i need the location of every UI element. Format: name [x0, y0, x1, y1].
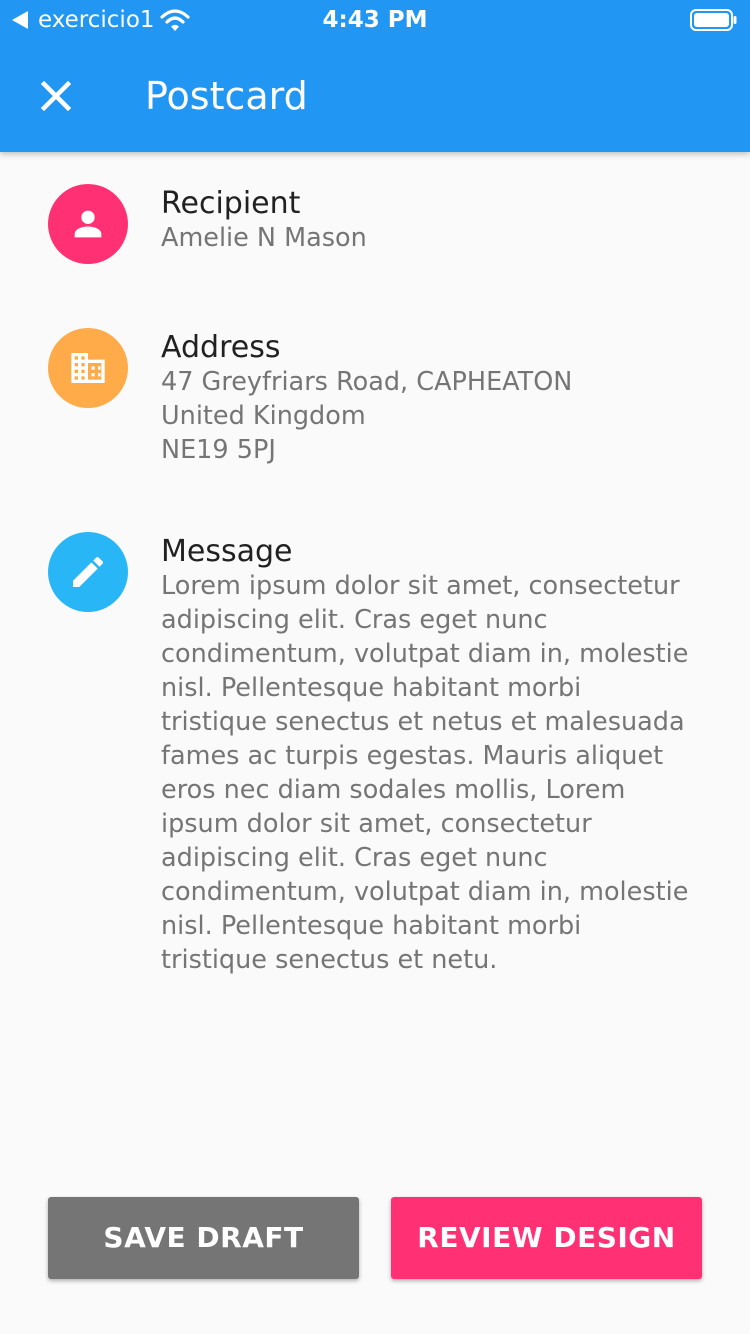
- status-time: 4:43 PM: [322, 7, 428, 33]
- status-bar: exercicio1 4:43 PM: [0, 0, 750, 40]
- header: exercicio1 4:43 PM Postcard: [0, 0, 750, 152]
- message-line: adipiscing elit. Cras eget nunc: [161, 843, 548, 873]
- save-draft-button[interactable]: SAVE DRAFT: [48, 1197, 359, 1279]
- address-line: United Kingdom: [161, 401, 366, 431]
- message-line: ipsum dolor sit amet, consectetur: [161, 809, 592, 839]
- recipient-avatar: [48, 184, 128, 264]
- message-line: condimentum, volutpat diam in, molestie: [161, 639, 689, 669]
- address-lines: 47 Greyfriars Road, CAPHEATON United Kin…: [161, 365, 721, 467]
- review-design-button[interactable]: REVIEW DESIGN: [391, 1197, 702, 1279]
- recipient-lines: Amelie N Mason: [161, 221, 721, 255]
- recipient-name: Amelie N Mason: [161, 223, 367, 253]
- app-bar: Postcard: [0, 40, 750, 152]
- message-line: tristique senectus et netus et malesuada: [161, 707, 685, 737]
- message-section: Message Lorem ipsum dolor sit amet, cons…: [0, 532, 750, 992]
- message-line: nisl. Pellentesque habitant morbi: [161, 911, 582, 941]
- message-line: Lorem ipsum dolor sit amet, consectetur: [161, 571, 680, 601]
- message-line: tristique senectus et netu.: [161, 945, 498, 975]
- person-icon: [74, 210, 102, 238]
- building-icon: [71, 353, 105, 383]
- battery-icon: [690, 9, 738, 31]
- close-icon[interactable]: [28, 68, 84, 124]
- address-line: 47 Greyfriars Road, CAPHEATON: [161, 367, 573, 397]
- message-line: condimentum, volutpat diam in, molestie: [161, 877, 689, 907]
- address-line: NE19 5PJ: [161, 435, 276, 465]
- message-line: nisl. Pellentesque habitant morbi: [161, 673, 582, 703]
- pencil-icon: [73, 556, 104, 587]
- message-line: adipiscing elit. Cras eget nunc: [161, 605, 548, 635]
- message-avatar: [48, 532, 128, 612]
- message-title: Message: [161, 534, 293, 569]
- address-section: Address 47 Greyfriars Road, CAPHEATON Un…: [0, 328, 750, 478]
- message-line: fames ac turpis egestas. Mauris aliquet: [161, 741, 664, 771]
- close-button[interactable]: [28, 68, 84, 124]
- recipient-section: Recipient Amelie N Mason: [0, 184, 750, 274]
- address-title: Address: [161, 330, 281, 365]
- recipient-title: Recipient: [161, 186, 301, 221]
- page-title: Postcard: [145, 74, 308, 118]
- address-avatar: [48, 328, 128, 408]
- message-body: Lorem ipsum dolor sit amet, consectetur …: [161, 569, 721, 977]
- message-line: eros nec diam sodales mollis, Lorem: [161, 775, 626, 805]
